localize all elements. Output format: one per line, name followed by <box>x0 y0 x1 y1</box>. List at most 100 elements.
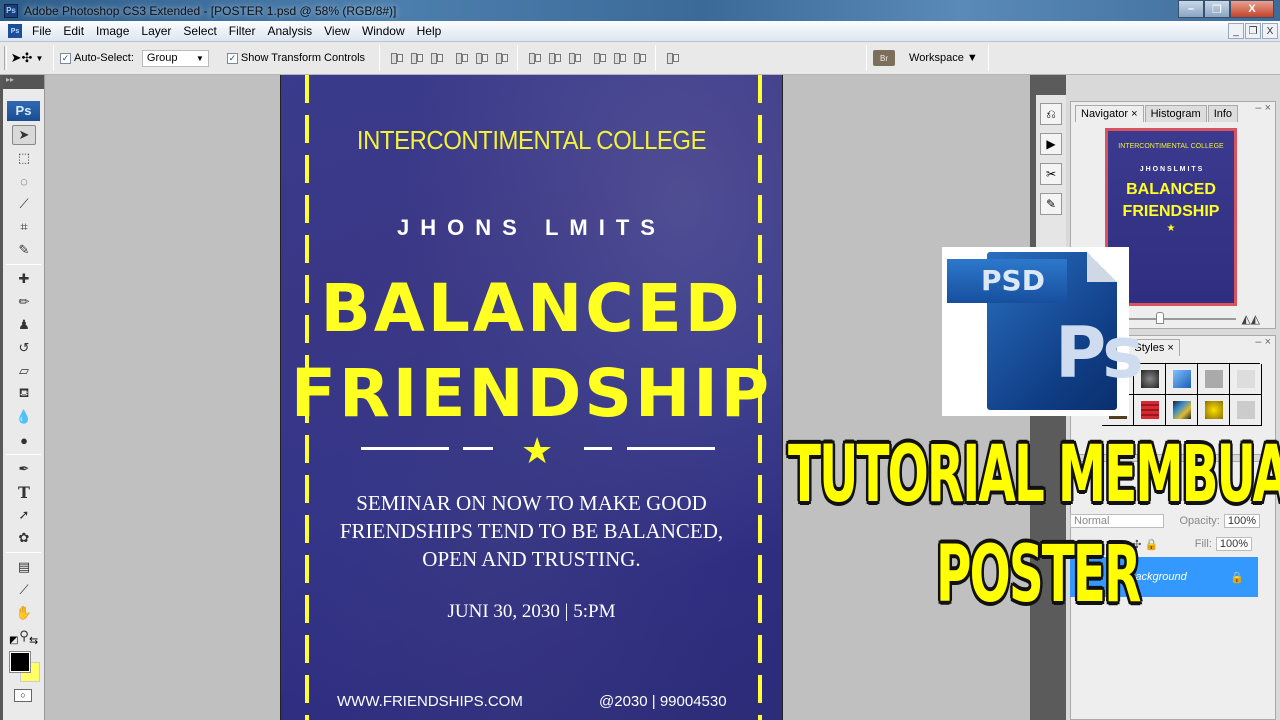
align-horizontal-centers-icon[interactable] <box>474 51 489 65</box>
history-brush-tool[interactable]: ↺ <box>12 338 36 358</box>
menu-edit[interactable]: Edit <box>57 24 90 38</box>
tool-preset-picker[interactable]: ➤✣ ▼ <box>7 50 47 66</box>
tool-presets-icon[interactable]: ✂ <box>1040 163 1062 185</box>
align-bottom-edges-icon[interactable] <box>429 51 444 65</box>
dodge-tool[interactable]: ● <box>12 430 36 450</box>
align-vertical-centers-icon[interactable] <box>409 51 424 65</box>
menu-window[interactable]: Window <box>356 24 411 38</box>
menu-filter[interactable]: Filter <box>223 24 262 38</box>
move-tool-icon: ➤✣ <box>10 50 33 65</box>
eyedropper-icon: ⟋ <box>19 582 29 597</box>
minimize-button[interactable]: – <box>1178 0 1204 18</box>
style-swatch[interactable] <box>1198 364 1230 395</box>
history-icon[interactable]: ⎌ <box>1040 103 1062 125</box>
quick-selection-tool[interactable]: ⟋ <box>12 194 36 214</box>
workspace-menu[interactable]: Workspace ▼ <box>909 52 978 64</box>
eraser-tool[interactable]: ▱ <box>12 361 36 381</box>
brushes-icon[interactable]: ✎ <box>1040 193 1062 215</box>
pen-tool[interactable]: ✒ <box>12 459 36 479</box>
move-tool[interactable]: ➤ <box>12 125 36 145</box>
doc-restore-button[interactable]: ❐ <box>1245 23 1261 39</box>
document-icon[interactable]: Ps <box>8 24 22 38</box>
fill-field[interactable]: 100% <box>1215 537 1252 551</box>
distribute-horizontal-centers-icon[interactable] <box>612 51 627 65</box>
align-left-edges-icon[interactable] <box>454 51 469 65</box>
poster-divider-line <box>627 447 715 450</box>
brush-tool[interactable]: ✏ <box>12 292 36 312</box>
eyedropper-tool[interactable]: ⟋ <box>12 580 36 600</box>
zoom-slider-thumb[interactable] <box>1155 312 1164 324</box>
lasso-tool[interactable]: ◌ <box>12 171 36 191</box>
poster-presenter-name: JHONS LMITS <box>397 215 666 240</box>
actions-play-icon[interactable]: ▶ <box>1040 133 1062 155</box>
tab-info[interactable]: Info <box>1207 105 1239 122</box>
notes-tool[interactable]: ▤ <box>12 557 36 577</box>
divider <box>6 454 41 455</box>
style-swatch[interactable] <box>1198 395 1230 426</box>
paint-bucket-tool[interactable]: ⛾ <box>12 384 36 404</box>
style-swatch[interactable] <box>1166 364 1198 395</box>
show-transform-controls-checkbox[interactable]: ✓ Show Transform Controls <box>226 52 365 64</box>
crop-tool[interactable]: ⌗ <box>12 217 36 237</box>
auto-select-dropdown[interactable]: Group ▼ <box>141 49 209 67</box>
tab-navigator[interactable]: Navigator × <box>1075 105 1144 122</box>
healing-brush-tool[interactable]: ✚ <box>12 269 36 289</box>
hand-tool[interactable]: ✋ <box>12 603 36 623</box>
auto-select-checkbox[interactable]: ✓ Auto-Select: <box>60 52 134 64</box>
panel-close-icon[interactable]: – × <box>1255 102 1271 114</box>
menu-analysis[interactable]: Analysis <box>261 24 318 38</box>
distribute-right-edges-icon[interactable] <box>632 51 647 65</box>
menu-file[interactable]: File <box>26 24 57 38</box>
restore-button[interactable]: ❐ <box>1204 0 1230 18</box>
tab-histogram[interactable]: Histogram <box>1144 105 1207 122</box>
poster-description-line: FRIENDSHIPS TEND TO BE BALANCED, <box>339 519 724 543</box>
window-title: Adobe Photoshop CS3 Extended - [POSTER 1… <box>24 3 397 18</box>
align-right-edges-icon[interactable] <box>494 51 509 65</box>
distribute-vertical-centers-icon[interactable] <box>547 51 562 65</box>
distribute-left-edges-icon[interactable] <box>592 51 607 65</box>
slice-tool[interactable]: ✎ <box>12 240 36 260</box>
blur-tool[interactable]: 💧 <box>12 407 36 427</box>
distribute-bottom-edges-icon[interactable] <box>567 51 582 65</box>
path-selection-tool[interactable]: ➚ <box>12 505 36 525</box>
go-to-bridge-button[interactable]: Br <box>873 50 896 66</box>
menu-select[interactable]: Select <box>177 24 222 38</box>
menu-image[interactable]: Image <box>90 24 135 38</box>
tools-panel-header[interactable]: ▸▸ <box>3 75 44 89</box>
poster-document[interactable]: INTERCONTIMENTAL COLLEGE JHONS LMITS BAL… <box>280 75 783 720</box>
doc-minimize-button[interactable]: _ <box>1228 23 1244 39</box>
quick-mask-icon[interactable]: ○ <box>14 689 32 702</box>
auto-align-layers-icon[interactable] <box>665 51 680 65</box>
style-swatch[interactable] <box>1230 395 1262 426</box>
poster-description-line: SEMINAR ON NOW TO MAKE GOOD <box>356 491 707 515</box>
menu-layer[interactable]: Layer <box>135 24 177 38</box>
star-icon: ★ <box>521 430 554 471</box>
panel-close-icon[interactable]: – × <box>1255 336 1271 348</box>
marquee-tool[interactable]: ⬚ <box>12 148 36 168</box>
style-swatch[interactable] <box>1166 395 1198 426</box>
dodge-icon: ● <box>20 432 28 448</box>
zoom-in-icon[interactable]: ◭◭ <box>1242 312 1260 326</box>
psd-ps-letters: Ps <box>1055 312 1144 394</box>
close-button[interactable]: X <box>1230 0 1274 18</box>
menu-help[interactable]: Help <box>411 24 448 38</box>
style-swatch[interactable] <box>1134 395 1166 426</box>
poster-divider-line <box>361 447 449 450</box>
distribute-top-edges-icon[interactable] <box>527 51 542 65</box>
foreground-color-swatch[interactable] <box>9 651 31 673</box>
style-swatch[interactable] <box>1230 364 1262 395</box>
align-top-edges-icon[interactable] <box>389 51 404 65</box>
menu-view[interactable]: View <box>318 24 356 38</box>
divider <box>6 552 41 553</box>
divider <box>987 45 989 71</box>
type-tool[interactable]: T <box>12 482 36 502</box>
custom-shape-tool[interactable]: ✿ <box>12 528 36 548</box>
canvas-area[interactable]: INTERCONTIMENTAL COLLEGE JHONS LMITS BAL… <box>45 75 1030 720</box>
swap-colors-icon[interactable]: ⇆ <box>29 634 38 647</box>
thumb-college: INTERCONTIMENTAL COLLEGE <box>1118 143 1224 150</box>
doc-close-button[interactable]: X <box>1262 23 1278 39</box>
default-colors-icon[interactable]: ◩ <box>9 635 18 646</box>
clone-stamp-tool[interactable]: ♟ <box>12 315 36 335</box>
photoshop-logo[interactable]: Ps <box>7 101 40 121</box>
magnifier-icon: ⚲ <box>19 628 29 643</box>
